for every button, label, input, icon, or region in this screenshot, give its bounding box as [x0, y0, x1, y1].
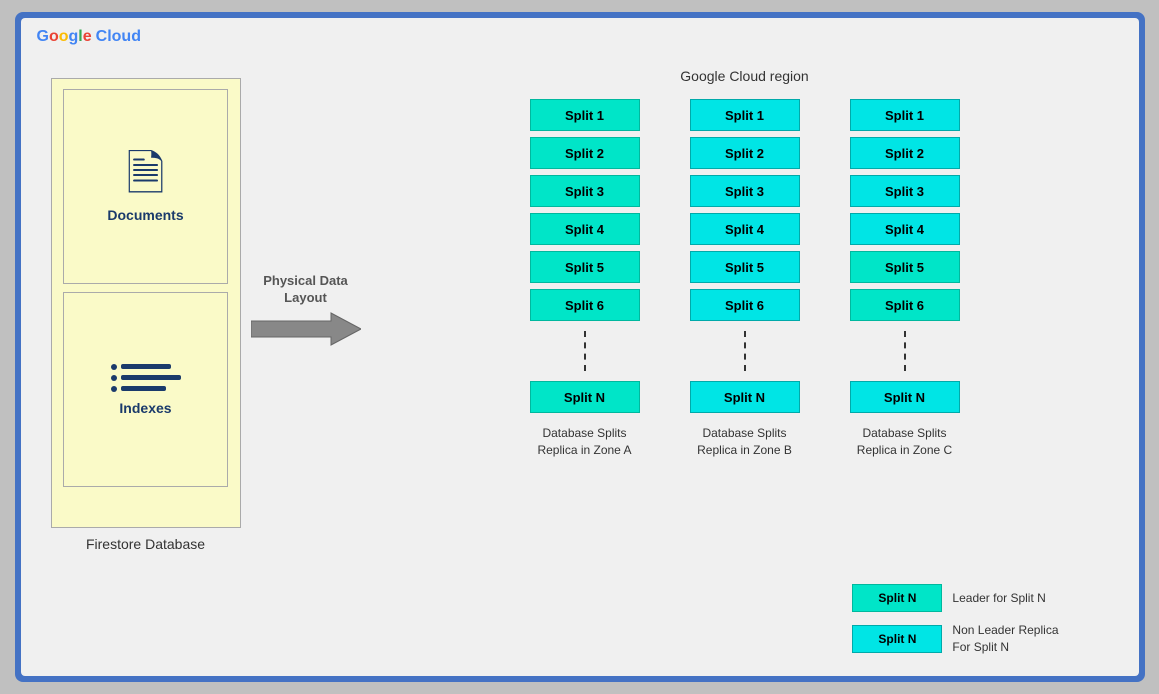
index-dot-2	[111, 375, 117, 381]
zone-c-split-4: Split 4	[850, 213, 960, 245]
zone-columns: Split 1 Split 2 Split 3 Split 4 Split 5 …	[371, 94, 1119, 459]
index-bar-1	[121, 364, 171, 369]
arrow-label: Physical DataLayout	[263, 273, 348, 307]
zone-a-split-n: Split N	[530, 381, 640, 413]
legend-item-leader: Split N Leader for Split N	[852, 584, 1058, 612]
zone-c-split-5: Split 5	[850, 251, 960, 283]
firestore-section: 🗎 Documents	[51, 78, 241, 552]
indexes-box: Indexes	[63, 292, 228, 487]
zone-b-split-2: Split 2	[690, 137, 800, 169]
legend-non-leader-text: Non Leader ReplicaFor Split N	[952, 622, 1058, 656]
zone-b-column: Split 1 Split 2 Split 3 Split 4 Split 5 …	[690, 99, 800, 459]
zone-a-split-2: Split 2	[530, 137, 640, 169]
physical-data-layout-arrow: Physical DataLayout	[251, 273, 361, 347]
zone-c-dashed-line	[904, 331, 906, 371]
zone-c-split-2: Split 2	[850, 137, 960, 169]
index-line-3	[111, 386, 166, 392]
zone-b-split-4: Split 4	[690, 213, 800, 245]
zone-a-dashed-line	[584, 331, 586, 371]
zone-b-label: Database SplitsReplica in Zone B	[697, 425, 792, 459]
zone-a-split-3: Split 3	[530, 175, 640, 207]
zone-b-split-5: Split 5	[690, 251, 800, 283]
legend-section: Split N Leader for Split N Split N Non L…	[852, 584, 1058, 656]
zone-b-split-6: Split 6	[690, 289, 800, 321]
arrow-svg	[251, 311, 361, 347]
outer-frame: Google Cloud 🗎 Documents	[15, 12, 1145, 682]
zone-c-label: Database SplitsReplica in Zone C	[857, 425, 952, 459]
zone-a-column: Split 1 Split 2 Split 3 Split 4 Split 5 …	[530, 99, 640, 459]
index-line-2	[111, 375, 181, 381]
zone-a-split-1: Split 1	[530, 99, 640, 131]
region-section: Google Cloud region Split 1 Split 2 Spli…	[371, 68, 1119, 646]
zone-b-split-3: Split 3	[690, 175, 800, 207]
firestore-box: 🗎 Documents	[51, 78, 241, 528]
indexes-label: Indexes	[119, 400, 171, 416]
zone-c-column: Split 1 Split 2 Split 3 Split 4 Split 5 …	[850, 99, 960, 459]
zone-c-split-3: Split 3	[850, 175, 960, 207]
legend-item-non-leader: Split N Non Leader ReplicaFor Split N	[852, 622, 1058, 656]
zone-a-split-5: Split 5	[530, 251, 640, 283]
legend-split-n-cyan: Split N	[852, 625, 942, 653]
zone-a-label: Database SplitsReplica in Zone A	[537, 425, 631, 459]
documents-box: 🗎 Documents	[63, 89, 228, 284]
zone-b-split-1: Split 1	[690, 99, 800, 131]
legend-split-n-green: Split N	[852, 584, 942, 612]
region-label: Google Cloud region	[371, 68, 1119, 84]
google-logo-text: Google	[37, 28, 92, 46]
google-cloud-logo: Google Cloud	[37, 28, 141, 46]
zone-b-dashed-line	[744, 331, 746, 371]
index-dot-1	[111, 364, 117, 370]
firestore-label: Firestore Database	[86, 536, 205, 552]
zone-c-split-1: Split 1	[850, 99, 960, 131]
zone-a-split-4: Split 4	[530, 213, 640, 245]
zone-a-split-6: Split 6	[530, 289, 640, 321]
cloud-logo-text: Cloud	[96, 28, 141, 46]
indexes-icon	[111, 364, 181, 392]
document-icon: 🗎	[126, 151, 165, 199]
zone-b-split-n: Split N	[690, 381, 800, 413]
index-dot-3	[111, 386, 117, 392]
inner-frame: Google Cloud 🗎 Documents	[21, 18, 1139, 676]
index-bar-2	[121, 375, 181, 380]
zone-c-split-6: Split 6	[850, 289, 960, 321]
documents-label: Documents	[107, 207, 183, 223]
zone-c-split-n: Split N	[850, 381, 960, 413]
index-line-1	[111, 364, 171, 370]
index-bar-3	[121, 386, 166, 391]
legend-leader-text: Leader for Split N	[952, 590, 1045, 607]
